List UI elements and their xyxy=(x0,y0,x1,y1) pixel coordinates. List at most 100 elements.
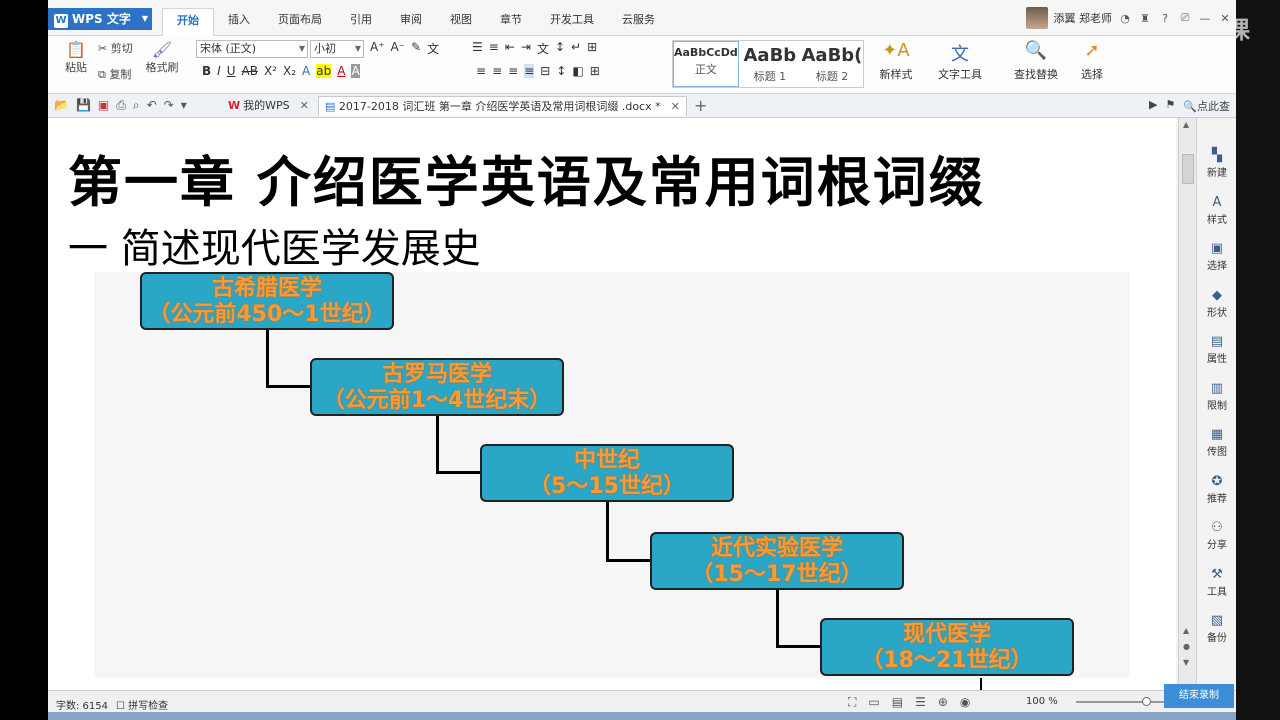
increase-indent-icon[interactable]: ⇥ xyxy=(521,40,531,57)
select-button[interactable]: ➚ 选择 xyxy=(1068,40,1116,82)
flag-icon[interactable]: ⚑ xyxy=(1165,98,1175,114)
doc-manage-icon[interactable]: ▶ xyxy=(1149,98,1157,114)
text-tools-button[interactable]: 文 文字工具 xyxy=(930,40,990,82)
menu-tab[interactable]: 引用 xyxy=(336,8,386,36)
superscript-icon[interactable]: X² xyxy=(264,64,277,78)
underline-icon[interactable]: U xyxy=(227,64,236,78)
strikethrough-icon[interactable]: AB xyxy=(242,64,258,78)
tab-my-wps[interactable]: W 我的WPS ✕ xyxy=(222,96,315,116)
menu-tab[interactable]: 开始 xyxy=(162,8,214,36)
find-replace-button[interactable]: 🔍 查找替换 xyxy=(1004,40,1068,82)
style-item[interactable]: AaBbCcDd 正文 xyxy=(673,41,739,87)
zoom-level[interactable]: 100 % xyxy=(1026,696,1058,707)
search-box[interactable]: 🔍点此查 xyxy=(1183,98,1230,114)
char-shading-icon[interactable]: A xyxy=(351,64,360,78)
customize-icon[interactable]: ▾ xyxy=(181,98,187,113)
timeline-diagram[interactable]: 古希腊医学 （公元前450～1世纪） 古罗马医学 （公元前1～4世纪末） 中世纪… xyxy=(94,272,1130,678)
sidebar-item[interactable]: ✪ 推荐 xyxy=(1197,474,1236,505)
redo-icon[interactable]: ↷ xyxy=(164,98,174,113)
font-size-select[interactable]: 小初 ▼ xyxy=(310,40,364,58)
end-recording-button[interactable]: 结束录制 xyxy=(1164,684,1234,708)
shrink-font-icon[interactable]: A⁻ xyxy=(391,40,406,57)
new-tab-icon[interactable]: + xyxy=(694,96,707,115)
zoom-slider-knob[interactable] xyxy=(1142,697,1151,706)
new-style-button[interactable]: ✦A 新样式 xyxy=(868,40,924,82)
web-view-icon[interactable]: ⊕ xyxy=(938,695,948,710)
minimize-ribbon-icon[interactable]: ⎚ xyxy=(1178,11,1192,25)
close-icon[interactable]: ✕ xyxy=(300,99,309,112)
sidebar-item[interactable]: ◆ 形状 xyxy=(1197,288,1236,319)
user-name[interactable]: 添翼 郑老师 xyxy=(1054,10,1113,26)
border-icon[interactable]: ⊞ xyxy=(590,64,600,78)
zoom-slider[interactable] xyxy=(1076,697,1166,706)
timeline-node-middle-ages[interactable]: 中世纪 （5～15世纪） xyxy=(480,444,734,502)
clear-format-icon[interactable]: ✎ xyxy=(411,40,421,57)
timeline-node-experimental[interactable]: 近代实验医学 （15～17世纪） xyxy=(650,532,904,590)
font-name-select[interactable]: 宋体 (正文) ▼ xyxy=(196,40,308,58)
menu-tab[interactable]: 页面布局 xyxy=(264,8,336,36)
paste-button[interactable]: 📋 粘贴 xyxy=(56,40,96,75)
export-pdf-icon[interactable]: ▣ xyxy=(98,98,109,113)
timeline-node-ancient-roman[interactable]: 古罗马医学 （公元前1～4世纪末） xyxy=(310,358,564,416)
spell-check-toggle[interactable]: ☐ 拼写检查 xyxy=(116,697,168,712)
shading-icon[interactable]: ◧ xyxy=(572,64,583,78)
menu-tab[interactable]: 视图 xyxy=(436,8,486,36)
undo-icon[interactable]: ↶ xyxy=(147,98,157,113)
chinese-layout-icon[interactable]: 文 xyxy=(537,40,549,57)
save-icon[interactable]: 💾 xyxy=(76,98,91,113)
table-icon[interactable]: ⊞ xyxy=(587,40,597,57)
format-painter-button[interactable]: 🖌 格式刷 xyxy=(144,40,180,75)
highlight-icon[interactable]: ab xyxy=(316,64,332,78)
sort-icon[interactable]: ↕ xyxy=(555,40,565,57)
text-effect-icon[interactable]: A xyxy=(302,64,310,78)
sidebar-item[interactable]: ▧ 备份 xyxy=(1197,613,1236,644)
justify-icon[interactable]: ≡ xyxy=(524,64,535,78)
menu-tab[interactable]: 开发工具 xyxy=(536,8,608,36)
vertical-scrollbar[interactable]: ▲ ▲ ● ▼ xyxy=(1178,118,1196,690)
sidebar-item[interactable]: ▤ 属性 xyxy=(1197,334,1236,365)
line-spacing-icon[interactable]: ↕ xyxy=(556,64,566,78)
phonetic-icon[interactable]: 文 xyxy=(427,40,439,57)
protect-eye-icon[interactable]: ◉ xyxy=(960,695,970,710)
close-icon[interactable]: ✕ xyxy=(1218,12,1232,25)
print-icon[interactable]: ⎙ xyxy=(116,98,126,113)
full-screen-icon[interactable]: ⛶ xyxy=(848,695,856,710)
minimize-icon[interactable]: — xyxy=(1198,12,1212,25)
sidebar-item[interactable]: ⚇ 分享 xyxy=(1197,520,1236,551)
menu-tab[interactable]: 插入 xyxy=(214,8,264,36)
menu-tab[interactable]: 云服务 xyxy=(608,8,669,36)
tab-active-document[interactable]: ▤ 2017-2018 词汇班 第一章 介绍医学英语及常用词根词缀 .docx … xyxy=(318,96,687,116)
timeline-node-modern[interactable]: 现代医学 （18～21世纪） xyxy=(820,618,1074,676)
help-icon[interactable]: ? xyxy=(1158,12,1172,25)
close-icon[interactable]: ✕ xyxy=(671,100,680,113)
copy-button[interactable]: ⧉ 复制 xyxy=(98,66,131,82)
style-item[interactable]: AaBb 标题 1 xyxy=(739,41,801,87)
grow-font-icon[interactable]: A⁺ xyxy=(370,40,385,57)
page-view-icon[interactable]: ▤ xyxy=(892,695,903,710)
wps-app-menu-button[interactable]: W WPS 文字 ▼ xyxy=(48,8,152,30)
font-color-icon[interactable]: A xyxy=(337,64,345,78)
numbered-list-icon[interactable]: ≡ xyxy=(489,40,499,57)
sidebar-item[interactable]: ▥ 限制 xyxy=(1197,381,1236,412)
align-left-icon[interactable]: ≡ xyxy=(476,64,486,78)
bold-icon[interactable]: B xyxy=(202,64,211,78)
sync-icon[interactable]: ◔ xyxy=(1118,12,1132,25)
word-count[interactable]: 字数: 6154 xyxy=(56,697,108,712)
scroll-up-icon[interactable]: ▲ xyxy=(1183,120,1189,129)
sidebar-item[interactable]: A 样式 xyxy=(1197,195,1236,226)
subscript-icon[interactable]: X₂ xyxy=(283,64,296,78)
sidebar-item[interactable]: ⚒ 工具 xyxy=(1197,567,1236,598)
style-item[interactable]: AaBb(标题 2 xyxy=(801,41,863,87)
open-icon[interactable]: 📂 xyxy=(54,98,69,113)
bullet-list-icon[interactable]: ☰ xyxy=(472,40,483,57)
avatar[interactable] xyxy=(1025,7,1048,29)
menu-tab[interactable]: 章节 xyxy=(486,8,536,36)
select-browse-icon[interactable]: ● xyxy=(1183,642,1190,651)
decrease-indent-icon[interactable]: ⇤ xyxy=(505,40,515,57)
print-preview-icon[interactable]: ⌕ xyxy=(133,98,140,113)
sidebar-item[interactable]: ▚ 新建 xyxy=(1197,148,1236,179)
skin-icon[interactable]: ♜ xyxy=(1138,12,1152,25)
align-center-icon[interactable]: ≡ xyxy=(492,64,502,78)
align-right-icon[interactable]: ≡ xyxy=(508,64,518,78)
scrollbar-thumb[interactable] xyxy=(1182,154,1194,184)
